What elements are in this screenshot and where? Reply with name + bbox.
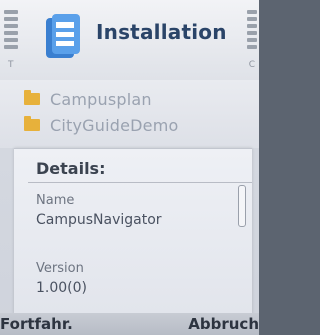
details-title: Details: bbox=[36, 159, 106, 178]
list-item-campusplan[interactable]: Campusplan bbox=[24, 86, 152, 112]
cancel-softkey[interactable]: Abbruch bbox=[188, 315, 259, 333]
list-item-cityguidedemo[interactable]: CityGuideDemo bbox=[24, 112, 178, 138]
details-popup: Details: Name CampusNavigator Version 1.… bbox=[14, 148, 252, 314]
version-label: Version bbox=[36, 261, 84, 276]
scrollbar[interactable] bbox=[238, 185, 246, 227]
folder-icon bbox=[24, 116, 40, 131]
installer-app-icon bbox=[46, 14, 80, 58]
softkey-bar: Fortfahr. Abbruch bbox=[0, 313, 259, 335]
list-item-label: Campusplan bbox=[50, 89, 152, 109]
list-item-label: CityGuideDemo bbox=[50, 115, 179, 135]
folder-icon bbox=[24, 90, 40, 105]
signal-indicator-label: T bbox=[8, 60, 14, 70]
name-label: Name bbox=[36, 193, 75, 208]
continue-softkey[interactable]: Fortfahr. bbox=[0, 315, 73, 333]
phone-screen: T Installation C Campusplan CityGuideDem… bbox=[0, 0, 259, 335]
name-value: CampusNavigator bbox=[36, 212, 162, 228]
version-value: 1.00(0) bbox=[36, 280, 88, 296]
title-bar: T Installation C bbox=[0, 0, 259, 80]
divider bbox=[28, 182, 252, 183]
file-list: Campusplan CityGuideDemo bbox=[0, 80, 259, 148]
page-title: Installation bbox=[96, 20, 227, 44]
battery-indicator-label: C bbox=[248, 60, 255, 70]
